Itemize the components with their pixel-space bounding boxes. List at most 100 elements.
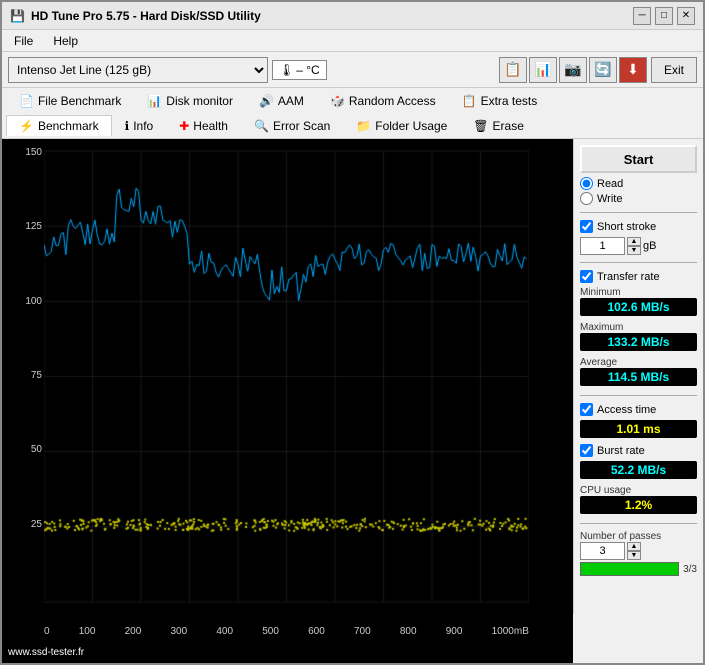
x-200: 200 (125, 626, 142, 637)
exit-button[interactable]: Exit (651, 57, 697, 83)
tab-disk-monitor[interactable]: 📊 Disk monitor (134, 90, 246, 111)
passes-progress-fill (581, 563, 678, 575)
chart-section: 150 125 100 75 50 25 6.00 5.00 4.00 3.00 (2, 139, 573, 663)
passes-down[interactable]: ▼ (627, 551, 641, 560)
toolbar: Intenso Jet Line (125 gB) 🌡 – °C 📋 📊 📷 🔄… (2, 52, 703, 88)
short-stroke-unit: gB (643, 240, 656, 252)
watermark: www.ssd-tester.fr (8, 647, 84, 658)
tab-info[interactable]: ℹ Info (112, 115, 167, 136)
folder-usage-icon: 📁 (356, 119, 371, 133)
tab-error-scan[interactable]: 🔍 Error Scan (241, 115, 343, 136)
passes-input[interactable] (580, 542, 625, 560)
y-left-25: 25 (4, 519, 42, 530)
transfer-rate-row: Transfer rate (580, 270, 697, 283)
passes-up[interactable]: ▲ (627, 542, 641, 551)
menu-help[interactable]: Help (49, 33, 82, 49)
temp-icon: 🌡 (279, 63, 294, 77)
average-label: Average (580, 357, 697, 368)
icon-button-5[interactable]: ⬇ (619, 57, 647, 83)
info-label: Info (133, 119, 153, 133)
health-label: Health (193, 119, 228, 133)
disk-selector[interactable]: Intenso Jet Line (125 gB) (8, 57, 268, 83)
right-panel: Start Read Write Short stroke ▲ (573, 139, 703, 614)
icon-button-4[interactable]: 🔄 (589, 57, 617, 83)
read-write-group: Read Write (580, 177, 697, 205)
tab-aam[interactable]: 🔊 AAM (246, 90, 317, 111)
extra-tests-icon: 📋 (462, 94, 477, 108)
icon-button-3[interactable]: 📷 (559, 57, 587, 83)
erase-icon: 🗑 (473, 119, 488, 133)
bottom-bar: www.ssd-tester.fr (2, 641, 573, 663)
tab-extra-tests[interactable]: 📋 Extra tests (449, 90, 551, 111)
divider-2 (580, 262, 697, 263)
y-left-75: 75 (4, 370, 42, 381)
short-stroke-label: Short stroke (597, 221, 656, 233)
file-benchmark-icon: 📄 (19, 94, 34, 108)
short-stroke-row: Short stroke (580, 220, 697, 233)
passes-spinners: ▲ ▼ (627, 542, 641, 560)
minimum-section: Minimum 102.6 MB/s (580, 287, 697, 318)
read-radio[interactable] (580, 177, 593, 190)
cpu-usage-value: 1.2% (580, 496, 697, 514)
burst-rate-checkbox[interactable] (580, 444, 593, 457)
folder-usage-label: Folder Usage (375, 119, 447, 133)
title-bar: 💾 HD Tune Pro 5.75 - Hard Disk/SSD Utili… (2, 2, 703, 30)
error-scan-icon: 🔍 (254, 119, 269, 133)
window-title: HD Tune Pro 5.75 - Hard Disk/SSD Utility (31, 9, 261, 23)
tab-health[interactable]: ✚ Health (166, 115, 241, 136)
x-500: 500 (262, 626, 279, 637)
tab-benchmark[interactable]: ⚡ Benchmark (6, 115, 112, 136)
icon-button-1[interactable]: 📋 (499, 57, 527, 83)
minimize-button[interactable]: ─ (633, 7, 651, 25)
burst-rate-value: 52.2 MB/s (580, 461, 697, 479)
read-label: Read (597, 178, 623, 190)
passes-section: Number of passes ▲ ▼ 3/3 (580, 531, 697, 576)
short-stroke-down[interactable]: ▼ (627, 246, 641, 255)
erase-label: Erase (493, 119, 524, 133)
short-stroke-spinner-row: ▲ ▼ gB (580, 237, 697, 255)
y-left-50: 50 (4, 444, 42, 455)
x-axis: 0 100 200 300 400 500 600 700 800 900 10… (2, 624, 573, 641)
benchmark-chart (44, 139, 529, 624)
short-stroke-spinners: ▲ ▼ (627, 237, 641, 255)
passes-progress-bar (580, 562, 679, 576)
x-700: 700 (354, 626, 371, 637)
tab-erase[interactable]: 🗑 Erase (460, 115, 537, 136)
random-access-label: Random Access (349, 94, 436, 108)
app-icon: 💾 (10, 9, 25, 23)
x-400: 400 (216, 626, 233, 637)
short-stroke-up[interactable]: ▲ (627, 237, 641, 246)
x-600: 600 (308, 626, 325, 637)
menu-bar: File Help (2, 30, 703, 52)
write-radio[interactable] (580, 192, 593, 205)
tab-folder-usage[interactable]: 📁 Folder Usage (343, 115, 460, 136)
minimum-value: 102.6 MB/s (580, 298, 697, 316)
menu-file[interactable]: File (10, 33, 37, 49)
transfer-rate-checkbox[interactable] (580, 270, 593, 283)
x-800: 800 (400, 626, 417, 637)
window-controls[interactable]: ─ □ ✕ (633, 7, 695, 25)
tab-file-benchmark[interactable]: 📄 File Benchmark (6, 90, 134, 111)
maximize-button[interactable]: □ (655, 7, 673, 25)
passes-progress-row: 3/3 (580, 562, 697, 576)
burst-rate-label: Burst rate (597, 445, 645, 457)
average-section: Average 114.5 MB/s (580, 357, 697, 388)
access-time-checkbox[interactable] (580, 403, 593, 416)
short-stroke-input[interactable] (580, 237, 625, 255)
short-stroke-checkbox[interactable] (580, 220, 593, 233)
tab-row-1: 📄 File Benchmark 📊 Disk monitor 🔊 AAM 🎲 … (2, 88, 703, 113)
y-left-100: 100 (4, 296, 42, 307)
icon-button-2[interactable]: 📊 (529, 57, 557, 83)
transfer-rate-label: Transfer rate (597, 271, 660, 283)
access-time-label: Access time (597, 404, 656, 416)
maximum-value: 133.2 MB/s (580, 333, 697, 351)
close-button[interactable]: ✕ (677, 7, 695, 25)
maximum-section: Maximum 133.2 MB/s (580, 322, 697, 353)
aam-icon: 🔊 (259, 94, 274, 108)
average-value: 114.5 MB/s (580, 368, 697, 386)
access-time-value: 1.01 ms (580, 420, 697, 438)
x-0: 0 (44, 626, 50, 637)
tab-random-access[interactable]: 🎲 Random Access (317, 90, 449, 111)
start-button[interactable]: Start (580, 145, 697, 173)
random-access-icon: 🎲 (330, 94, 345, 108)
